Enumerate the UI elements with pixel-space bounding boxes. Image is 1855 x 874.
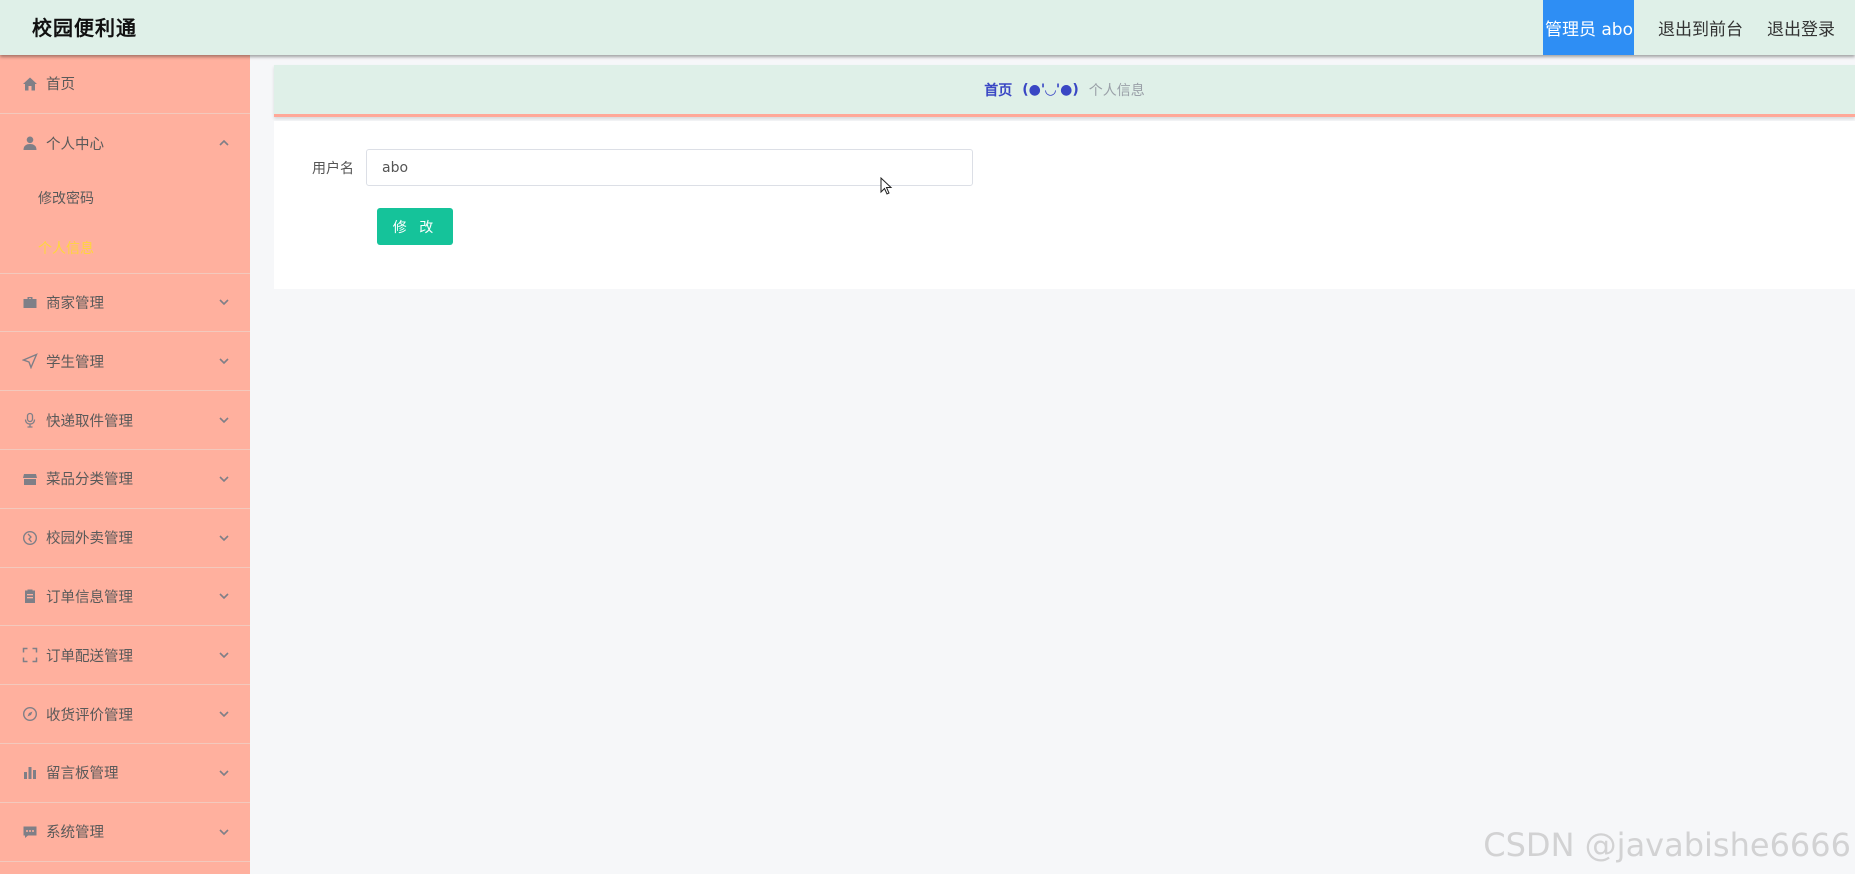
logout-link[interactable]: 退出登录 bbox=[1767, 15, 1835, 40]
microphone-icon bbox=[22, 412, 38, 428]
sidebar-group-personal-center: 个人中心 修改密码 个人信息 bbox=[0, 114, 250, 274]
sidebar-item-order-delivery[interactable]: 订单配送管理 bbox=[0, 626, 250, 686]
fullscreen-icon bbox=[22, 647, 38, 663]
chevron-down-icon bbox=[218, 767, 230, 779]
chevron-down-icon bbox=[218, 708, 230, 720]
sidebar-item-home[interactable]: 首页 bbox=[0, 55, 250, 114]
sidebar-item-express[interactable]: 快递取件管理 bbox=[0, 391, 250, 450]
sidebar-item-label: 商家管理 bbox=[46, 295, 104, 312]
chevron-down-icon bbox=[218, 473, 230, 485]
sidebar-item-label: 菜品分类管理 bbox=[46, 472, 133, 489]
profile-form: 用户名 修 改 bbox=[274, 121, 1855, 289]
chevron-down-icon bbox=[218, 649, 230, 661]
app-title: 校园便利通 bbox=[32, 16, 137, 40]
mouse-cursor-icon bbox=[880, 177, 893, 195]
sidebar-item-label: 收货评价管理 bbox=[46, 707, 133, 724]
username-label: 用户名 bbox=[312, 160, 354, 177]
sidebar-item-message-board[interactable]: 留言板管理 bbox=[0, 744, 250, 803]
clipboard-icon bbox=[22, 588, 38, 604]
sidebar-item-label: 校园外卖管理 bbox=[46, 531, 133, 548]
breadcrumb-current: 个人信息 bbox=[1088, 82, 1145, 99]
back-to-frontend-link[interactable]: 退出到前台 bbox=[1658, 15, 1743, 40]
submit-button[interactable]: 修 改 bbox=[377, 208, 453, 245]
sidebar-item-label: 学生管理 bbox=[46, 354, 104, 371]
message-icon bbox=[22, 824, 38, 840]
breadcrumb: 首页 (●'◡'●) 个人信息 bbox=[274, 65, 1855, 117]
sidebar-item-label: 留言板管理 bbox=[46, 766, 119, 783]
admin-badge[interactable]: 管理员 abo bbox=[1542, 0, 1634, 55]
sidebar-subitem-change-password[interactable]: 修改密码 bbox=[0, 173, 250, 223]
breadcrumb-separator: (●'◡'●) bbox=[1022, 81, 1079, 98]
send-icon bbox=[22, 353, 38, 370]
top-bar: 校园便利通 管理员 abo 退出到前台 退出登录 bbox=[0, 0, 1855, 55]
sidebar-item-label: 系统管理 bbox=[46, 825, 104, 842]
sidebar-item-personal-center[interactable]: 个人中心 bbox=[0, 114, 250, 173]
shop-icon bbox=[22, 471, 38, 487]
sidebar-item-dish-category[interactable]: 菜品分类管理 bbox=[0, 450, 250, 509]
compass-icon bbox=[22, 706, 38, 722]
chevron-down-icon bbox=[218, 414, 230, 426]
chevron-down-icon bbox=[218, 532, 230, 544]
sidebar-item-label: 个人中心 bbox=[46, 136, 104, 153]
username-row: 用户名 bbox=[274, 149, 973, 186]
chevron-down-icon bbox=[218, 296, 230, 308]
main-content: 首页 (●'◡'●) 个人信息 用户名 修 改 bbox=[250, 55, 1855, 874]
sidebar-subitem-personal-info[interactable]: 个人信息 bbox=[0, 223, 250, 273]
chevron-up-icon bbox=[218, 137, 230, 149]
globe-icon bbox=[22, 530, 38, 546]
sidebar-item-review[interactable]: 收货评价管理 bbox=[0, 685, 250, 744]
sidebar-item-system[interactable]: 系统管理 bbox=[0, 803, 250, 862]
chevron-down-icon bbox=[218, 826, 230, 838]
home-icon bbox=[22, 76, 38, 92]
watermark: CSDN @javabishe6666 bbox=[1483, 826, 1851, 864]
briefcase-icon bbox=[22, 294, 38, 310]
bar-chart-icon bbox=[22, 765, 38, 781]
sidebar-item-label: 快递取件管理 bbox=[46, 413, 133, 430]
sidebar-item-takeout[interactable]: 校园外卖管理 bbox=[0, 509, 250, 568]
sidebar-item-order-info[interactable]: 订单信息管理 bbox=[0, 568, 250, 627]
chevron-down-icon bbox=[218, 355, 230, 367]
chevron-down-icon bbox=[218, 590, 230, 602]
sidebar-item-label: 首页 bbox=[46, 77, 75, 94]
user-icon bbox=[22, 135, 38, 151]
sidebar-item-label: 订单配送管理 bbox=[46, 648, 133, 665]
top-right-actions: 管理员 abo 退出到前台 退出登录 bbox=[1542, 0, 1855, 55]
sidebar: 首页 个人中心 修改密码 个人信息 商家管理 学生管理 快递取件管理 菜品分类管… bbox=[0, 55, 250, 874]
breadcrumb-home[interactable]: 首页 bbox=[984, 80, 1012, 100]
sidebar-item-merchant[interactable]: 商家管理 bbox=[0, 274, 250, 333]
sidebar-item-label: 订单信息管理 bbox=[46, 589, 133, 606]
sidebar-item-student[interactable]: 学生管理 bbox=[0, 332, 250, 392]
